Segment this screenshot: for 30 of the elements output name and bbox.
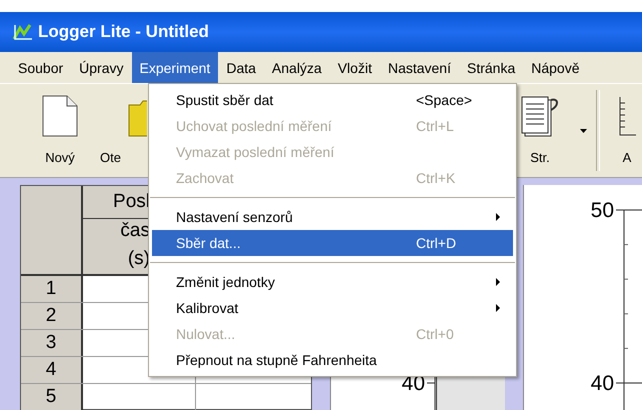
document-icon bbox=[42, 95, 78, 137]
menu-option[interactable]: Přepnout na stupně Fahrenheita bbox=[152, 347, 513, 373]
menu-item[interactable]: Data bbox=[218, 52, 264, 83]
pages-icon bbox=[521, 96, 559, 137]
toolbar-button[interactable]: Ote bbox=[100, 150, 121, 165]
menu-option[interactable]: Sběr dat... Ctrl+D bbox=[152, 230, 513, 256]
toolbar-button[interactable]: Nový bbox=[45, 150, 75, 165]
menu-item[interactable]: Soubor bbox=[10, 52, 72, 83]
menu-option[interactable]: Spustit sběr dat <Space> bbox=[152, 87, 513, 113]
menu-item[interactable]: Experiment bbox=[132, 52, 218, 83]
menu-item[interactable]: Analýza bbox=[264, 52, 330, 83]
tick-label: 40 bbox=[590, 372, 614, 395]
window-title: Logger Lite - Untitled bbox=[38, 22, 209, 42]
row-number: 3 bbox=[21, 330, 83, 356]
menu-option[interactable]: Kalibrovat bbox=[152, 295, 513, 321]
menu-item[interactable]: Vložit bbox=[330, 52, 380, 83]
row-number: 5 bbox=[21, 384, 83, 410]
row-number: 4 bbox=[21, 357, 83, 383]
menu-item[interactable]: Nastavení bbox=[380, 52, 459, 83]
tick-label: 50 bbox=[590, 199, 614, 222]
menu-item[interactable]: Úpravy bbox=[71, 52, 132, 83]
caret-icon[interactable] bbox=[580, 128, 586, 132]
toolbar-button[interactable]: A bbox=[622, 150, 632, 165]
app-icon bbox=[12, 22, 34, 42]
toolbar-button[interactable]: Str. bbox=[530, 150, 550, 165]
row-number: 2 bbox=[21, 303, 83, 329]
row-number: 1 bbox=[21, 276, 83, 302]
axis-icon bbox=[617, 95, 637, 137]
menu-item[interactable]: Stránka bbox=[459, 52, 524, 83]
menu-item[interactable]: Nápově bbox=[523, 52, 588, 83]
